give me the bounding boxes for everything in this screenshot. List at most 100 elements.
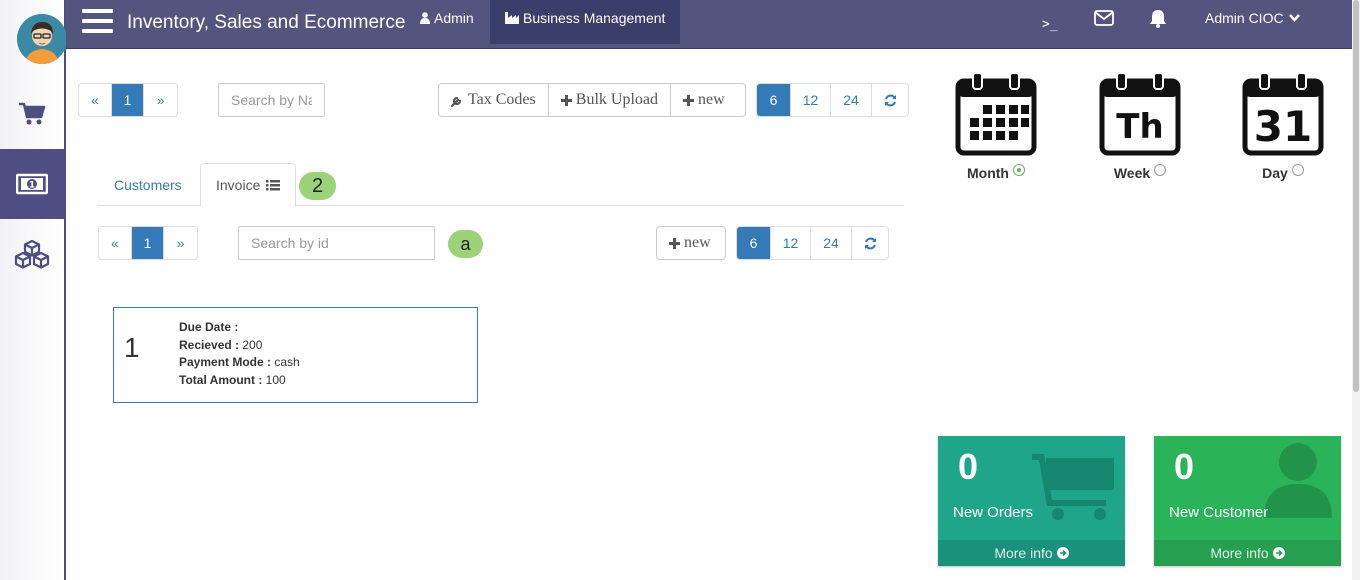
tab-invoice[interactable]: Invoice bbox=[200, 163, 297, 207]
nav-business-management[interactable]: Business Management bbox=[490, 0, 681, 44]
new-orders-more-info[interactable]: More info bbox=[938, 540, 1125, 566]
envelope-icon[interactable] bbox=[1094, 10, 1114, 31]
user-name: Admin CIOC bbox=[1205, 10, 1284, 26]
terminal-icon[interactable]: >_ bbox=[1042, 17, 1058, 32]
more-info-label: More info bbox=[1210, 545, 1269, 561]
calendar-day-option[interactable]: 31 Day bbox=[1238, 72, 1328, 181]
page-size-12[interactable]: 12 bbox=[771, 227, 811, 259]
new-button[interactable]: new bbox=[671, 84, 737, 116]
pagination-next[interactable]: » bbox=[144, 84, 177, 116]
scrollbar-thumb[interactable] bbox=[1353, 0, 1359, 392]
nav-admin[interactable]: Admin bbox=[420, 0, 474, 44]
plus-icon bbox=[682, 94, 694, 106]
invoice-pagination: « 1 » bbox=[98, 226, 198, 260]
sidebar-item-finance[interactable]: 1 bbox=[0, 149, 64, 219]
cart-icon bbox=[1032, 454, 1114, 520]
tab-invoice-label: Invoice bbox=[216, 177, 261, 193]
invoice-page-size-group: 6 12 24 bbox=[736, 226, 889, 260]
more-info-label: More info bbox=[994, 545, 1053, 561]
page-size-6[interactable]: 6 bbox=[737, 227, 771, 259]
user-menu[interactable]: Admin CIOC bbox=[1205, 10, 1300, 26]
tax-codes-button[interactable]: Tax Codes bbox=[439, 84, 549, 116]
step-badge: 2 bbox=[299, 172, 336, 200]
invoice-new-button[interactable]: new bbox=[657, 227, 723, 259]
pagination-prev[interactable]: « bbox=[99, 227, 132, 259]
search-name-input[interactable] bbox=[218, 83, 325, 117]
wrench-icon bbox=[451, 96, 462, 107]
top-page-size-group: 6 12 24 bbox=[756, 83, 909, 117]
menu-toggle-icon[interactable] bbox=[82, 9, 113, 35]
month-label: Month bbox=[967, 165, 1009, 181]
pagination-prev[interactable]: « bbox=[79, 84, 112, 116]
due-date-row: Due Date : bbox=[179, 319, 300, 337]
tab-customers-label: Customers bbox=[114, 176, 182, 193]
sidebar-item-sales[interactable] bbox=[0, 79, 64, 149]
bulk-upload-button[interactable]: Bulk Upload bbox=[549, 84, 671, 116]
payment-mode-value: cash bbox=[274, 355, 300, 369]
received-row: Recieved : 200 bbox=[179, 337, 300, 355]
pagination-next[interactable]: » bbox=[164, 227, 197, 259]
arrow-circle-right-icon bbox=[1272, 547, 1285, 559]
page-scrollbar[interactable] bbox=[1352, 0, 1360, 580]
refresh-button[interactable] bbox=[852, 227, 888, 259]
nav-business-label: Business Management bbox=[523, 10, 666, 26]
cubes-icon bbox=[14, 239, 50, 269]
day-radio[interactable] bbox=[1291, 164, 1304, 176]
top-action-buttons: Tax Codes Bulk Upload new bbox=[438, 83, 746, 117]
sidebar-item-inventory[interactable] bbox=[0, 219, 64, 289]
new-customers-label: New Customer bbox=[1169, 504, 1269, 521]
payment-mode-label: Payment Mode : bbox=[179, 355, 272, 369]
top-navbar: Inventory, Sales and Ecommerce Admin Bus… bbox=[66, 0, 1352, 49]
total-amount-label: Total Amount : bbox=[179, 372, 263, 387]
new-label: new bbox=[697, 91, 725, 108]
tab-customers[interactable]: Customers bbox=[99, 163, 197, 206]
sidebar: 1 bbox=[0, 0, 67, 580]
invoice-card[interactable]: 1 Due Date : Recieved : 200 Payment Mode… bbox=[113, 307, 478, 403]
new-orders-label: New Orders bbox=[953, 504, 1034, 521]
invoice-new-label: new bbox=[684, 234, 711, 251]
plus-icon bbox=[560, 94, 572, 106]
new-customers-more-info[interactable]: More info bbox=[1154, 540, 1341, 566]
calendar-month-option[interactable]: Month bbox=[951, 72, 1041, 181]
refresh-icon bbox=[864, 237, 876, 249]
received-label: Recieved : bbox=[179, 337, 240, 352]
step-badge-a: a bbox=[448, 230, 483, 258]
page-size-6[interactable]: 6 bbox=[757, 84, 791, 116]
refresh-button[interactable] bbox=[872, 84, 908, 116]
bulk-upload-label: Bulk Upload bbox=[575, 91, 658, 108]
bell-icon[interactable] bbox=[1149, 9, 1167, 33]
invoice-details: Due Date : Recieved : 200 Payment Mode :… bbox=[179, 319, 300, 389]
page-size-12[interactable]: 12 bbox=[791, 84, 831, 116]
week-glyph: Th bbox=[1116, 107, 1163, 147]
page-size-24[interactable]: 24 bbox=[831, 84, 872, 116]
svg-text:1: 1 bbox=[29, 181, 35, 191]
search-id-input[interactable] bbox=[238, 226, 435, 260]
due-date-label: Due Date : bbox=[179, 320, 239, 334]
calendar-week-icon: Th bbox=[1099, 72, 1181, 156]
nav-admin-label: Admin bbox=[434, 10, 474, 26]
plus-icon bbox=[669, 237, 680, 249]
cart-icon bbox=[19, 102, 46, 125]
pagination-page[interactable]: 1 bbox=[131, 227, 165, 259]
tabs-bar: Customers Invoice bbox=[97, 163, 904, 207]
pagination-page[interactable]: 1 bbox=[111, 84, 145, 116]
money-icon: 1 bbox=[16, 173, 48, 195]
industry-icon bbox=[505, 12, 519, 24]
refresh-icon bbox=[884, 94, 896, 106]
total-amount-value: 100 bbox=[265, 372, 286, 387]
received-value: 200 bbox=[242, 337, 263, 352]
user-icon bbox=[420, 12, 430, 24]
calendar-day-icon: 31 bbox=[1242, 72, 1324, 156]
user-avatar[interactable] bbox=[17, 14, 67, 64]
week-label: Week bbox=[1113, 165, 1151, 181]
arrow-circle-right-icon bbox=[1056, 547, 1069, 559]
week-radio[interactable] bbox=[1154, 164, 1167, 176]
calendar-week-option[interactable]: Th Week bbox=[1095, 72, 1185, 181]
new-orders-box: 0 New Orders More info bbox=[938, 436, 1125, 566]
month-radio[interactable] bbox=[1012, 164, 1025, 176]
top-pagination: « 1 » bbox=[78, 83, 178, 117]
user-icon bbox=[1264, 443, 1332, 518]
page-size-24[interactable]: 24 bbox=[811, 227, 852, 259]
tax-codes-label: Tax Codes bbox=[468, 91, 536, 108]
calendar-month-icon bbox=[955, 72, 1037, 156]
